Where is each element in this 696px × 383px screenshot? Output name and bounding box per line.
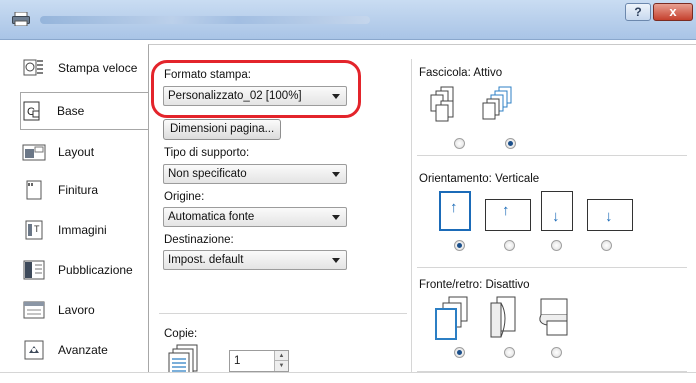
- arrow-down-icon: ↓: [552, 208, 560, 225]
- base-settings-panel: Formato stampa: Personalizzato_02 [100%]…: [148, 44, 696, 383]
- advanced-icon: [22, 339, 46, 361]
- sidebar-item-label: Lavoro: [58, 303, 95, 317]
- finishing-icon: [22, 179, 46, 201]
- sidebar-item-immagini[interactable]: T Immagini: [22, 212, 146, 248]
- sidebar-item-label: Finitura: [58, 183, 99, 197]
- divider: [417, 155, 687, 156]
- arrow-down-icon: ↓: [605, 208, 613, 225]
- sidebar-item-label: Layout: [58, 145, 95, 159]
- sidebar-nav: Stampa veloce C Base Layout Finitura T I…: [0, 40, 150, 383]
- origine-value: Automatica fonte: [168, 211, 255, 223]
- close-button[interactable]: x: [653, 3, 693, 21]
- formato-stampa-dropdown[interactable]: Personalizzato_02 [100%]: [163, 86, 347, 106]
- destinazione-label: Destinazione:: [164, 234, 234, 246]
- sidebar-item-base[interactable]: C Base: [20, 92, 150, 130]
- orientamento-label: Orientamento: Verticale: [419, 173, 540, 185]
- sidebar-item-label: Pubblicazione: [58, 263, 133, 277]
- spin-down-icon[interactable]: ▼: [274, 361, 288, 371]
- divider: [159, 313, 407, 314]
- print-preferences-window: ? x Stampa veloce C Base Layout Finitura…: [0, 0, 696, 383]
- copie-value: 1: [234, 355, 241, 367]
- duplex-short-edge-icon[interactable]: [535, 295, 575, 343]
- copie-spinner[interactable]: 1 ▲ ▼: [229, 350, 289, 372]
- origine-dropdown[interactable]: Automatica fonte: [163, 207, 347, 227]
- destinazione-dropdown[interactable]: Impost. default: [163, 250, 347, 270]
- layout-icon: [22, 141, 46, 163]
- fascicola-label: Fascicola: Attivo: [419, 67, 503, 79]
- quick-print-icon: [22, 57, 46, 79]
- sidebar-item-label: Base: [57, 104, 85, 118]
- orientation-landscape-option[interactable]: ↑: [485, 199, 531, 231]
- job-icon: [22, 299, 46, 321]
- tipo-supporto-dropdown[interactable]: Non specificato: [163, 164, 347, 184]
- svg-text:T: T: [34, 224, 40, 234]
- sidebar-item-pubblicazione[interactable]: Pubblicazione: [22, 252, 146, 288]
- sidebar-item-layout[interactable]: Layout: [22, 134, 146, 170]
- printer-icon: [12, 12, 30, 26]
- orientation-portrait-rotated-option[interactable]: ↓: [541, 191, 573, 231]
- dimensioni-pagina-button[interactable]: Dimensioni pagina...: [163, 119, 282, 140]
- title-bar: ? x: [0, 0, 696, 40]
- imaging-icon: T: [22, 219, 46, 241]
- copie-label: Copie:: [164, 328, 198, 340]
- collate-off-radio[interactable]: [454, 138, 465, 149]
- chevron-down-icon: [332, 258, 340, 263]
- sidebar-item-label: Immagini: [58, 223, 107, 237]
- collate-off-icon[interactable]: [427, 85, 457, 125]
- sidebar-item-stampa-veloce[interactable]: Stampa veloce: [22, 50, 146, 86]
- help-button[interactable]: ?: [625, 3, 651, 21]
- sidebar-item-label: Avanzate: [58, 343, 108, 357]
- collate-on-icon[interactable]: [481, 85, 515, 125]
- sidebar-item-avanzate[interactable]: Avanzate: [22, 332, 146, 368]
- duplex-long-edge-radio[interactable]: [504, 347, 515, 358]
- duplex-long-edge-icon[interactable]: [487, 295, 521, 343]
- chevron-down-icon: [332, 215, 340, 220]
- orientation-portrait-rotated-radio[interactable]: [551, 240, 562, 251]
- origine-label: Origine:: [164, 191, 205, 203]
- spin-up-icon[interactable]: ▲: [274, 351, 288, 361]
- basic-icon: C: [21, 100, 45, 122]
- chevron-down-icon: [332, 94, 340, 99]
- window-title-blurred: [40, 16, 370, 24]
- orientation-landscape-rotated-radio[interactable]: [601, 240, 612, 251]
- divider: [417, 267, 687, 268]
- sidebar-item-lavoro[interactable]: Lavoro: [22, 292, 146, 328]
- arrow-up-icon: ↑: [502, 202, 510, 219]
- duplex-off-radio[interactable]: [454, 347, 465, 358]
- destinazione-value: Impost. default: [168, 254, 244, 266]
- collate-on-radio[interactable]: [505, 138, 516, 149]
- orientation-landscape-radio[interactable]: [504, 240, 515, 251]
- orientation-landscape-rotated-option[interactable]: ↓: [587, 199, 633, 231]
- sidebar-item-finitura[interactable]: Finitura: [22, 172, 146, 208]
- fronte-retro-label: Fronte/retro: Disattivo: [419, 279, 530, 291]
- tipo-label: Tipo di supporto:: [164, 147, 250, 159]
- chevron-down-icon: [332, 172, 340, 177]
- column-divider: [411, 59, 412, 383]
- orientation-portrait-radio[interactable]: [454, 240, 465, 251]
- formato-value: Personalizzato_02 [100%]: [168, 90, 302, 102]
- formato-label: Formato stampa:: [164, 69, 251, 81]
- arrow-up-icon: ↑: [450, 199, 458, 216]
- orientation-portrait-option[interactable]: ↑: [439, 191, 471, 231]
- publishing-icon: [22, 259, 46, 281]
- sidebar-item-label: Stampa veloce: [58, 61, 138, 75]
- duplex-short-edge-radio[interactable]: [551, 347, 562, 358]
- bottom-strip: [0, 372, 696, 383]
- duplex-off-icon[interactable]: [433, 295, 473, 343]
- tipo-value: Non specificato: [168, 168, 247, 180]
